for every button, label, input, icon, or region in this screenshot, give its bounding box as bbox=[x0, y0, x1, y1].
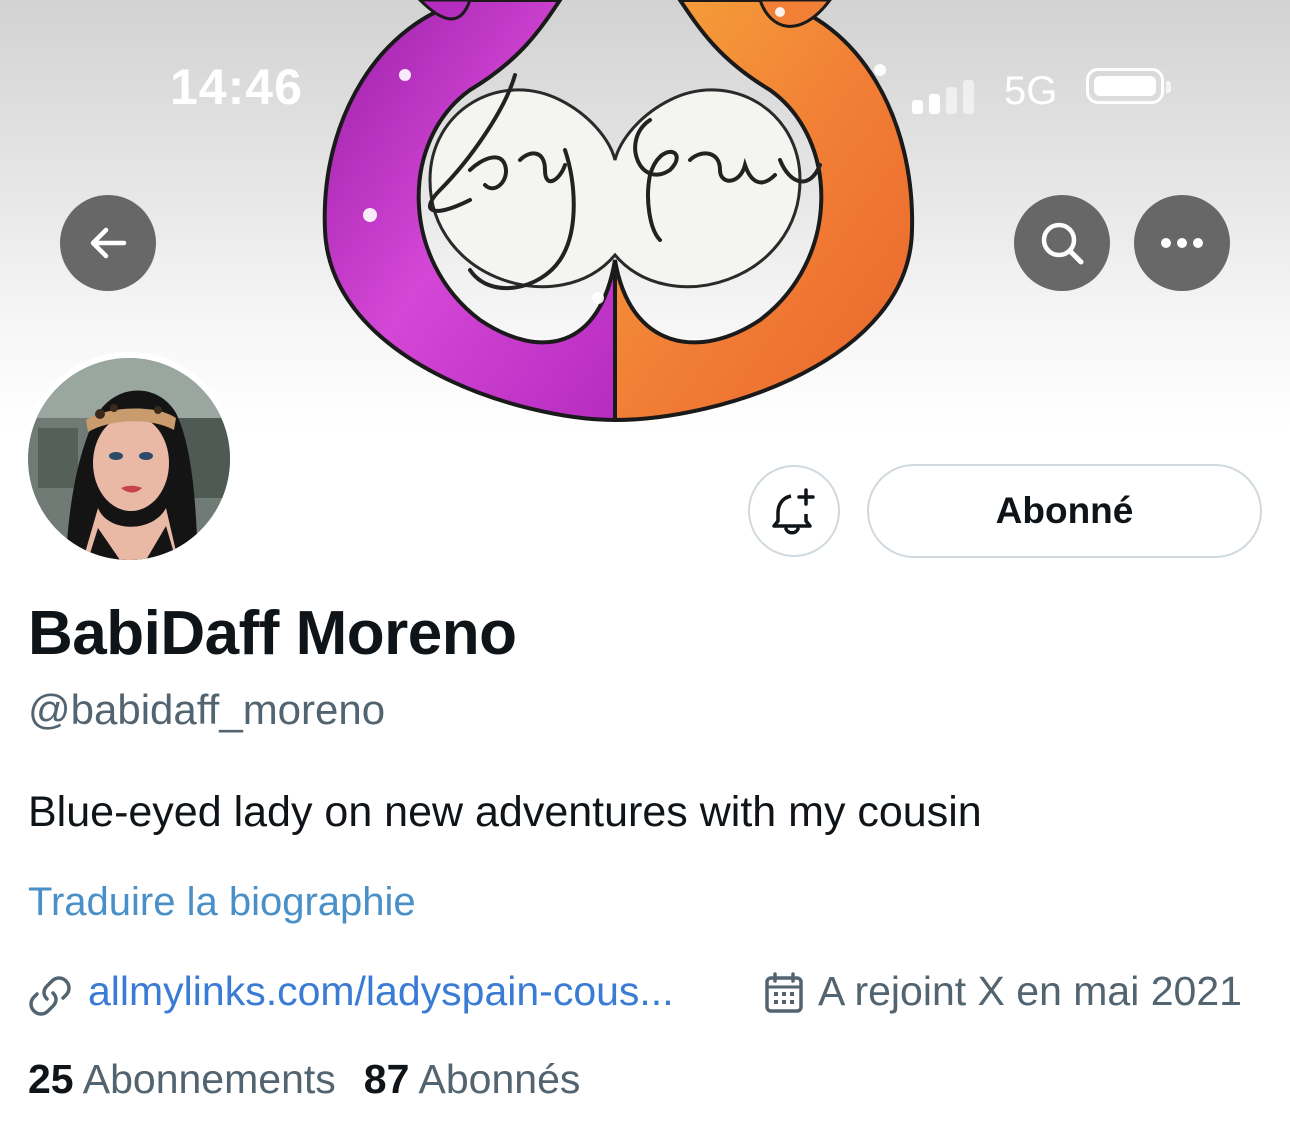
notifications-button[interactable] bbox=[748, 465, 840, 557]
link-icon bbox=[29, 976, 71, 1016]
back-button[interactable] bbox=[60, 195, 156, 291]
more-horizontal-icon bbox=[1161, 238, 1203, 248]
search-icon bbox=[1041, 222, 1084, 265]
follow-stats: 25 Abonnements 87 Abonnés bbox=[28, 1056, 580, 1103]
joined-date: A rejoint X en mai 2021 bbox=[818, 968, 1242, 1014]
signal-strength-icon bbox=[912, 80, 982, 114]
battery-icon bbox=[1086, 68, 1171, 104]
user-handle: @babidaff_moreno bbox=[28, 686, 386, 733]
avatar bbox=[28, 358, 230, 560]
bell-plus-icon bbox=[772, 488, 815, 535]
following-button[interactable]: Abonné bbox=[867, 464, 1262, 558]
avatar-photo bbox=[28, 358, 230, 560]
more-button[interactable] bbox=[1134, 195, 1230, 291]
translate-bio-link[interactable]: Traduire la biographie bbox=[28, 880, 416, 925]
following-stat[interactable]: 25 Abonnements bbox=[28, 1056, 336, 1102]
arrow-left-icon bbox=[90, 227, 127, 259]
website-link[interactable]: allmylinks.com/ladyspain-cous... bbox=[88, 968, 674, 1015]
display-name: BabiDaff Moreno bbox=[28, 599, 517, 668]
followers-count: 87 bbox=[363, 1056, 410, 1102]
bio-text: Blue-eyed lady on new adventures with my… bbox=[28, 788, 982, 836]
followers-label: Abonnés bbox=[418, 1056, 581, 1102]
profile-avatar[interactable] bbox=[22, 352, 236, 566]
network-type: 5G bbox=[1004, 69, 1058, 113]
search-button[interactable] bbox=[1014, 195, 1110, 291]
following-label: Abonnements bbox=[82, 1056, 336, 1102]
following-count: 25 bbox=[28, 1056, 74, 1102]
calendar-icon bbox=[765, 972, 803, 1013]
followers-stat[interactable]: 87 Abonnés bbox=[364, 1056, 581, 1102]
status-time: 14:46 bbox=[170, 59, 303, 115]
